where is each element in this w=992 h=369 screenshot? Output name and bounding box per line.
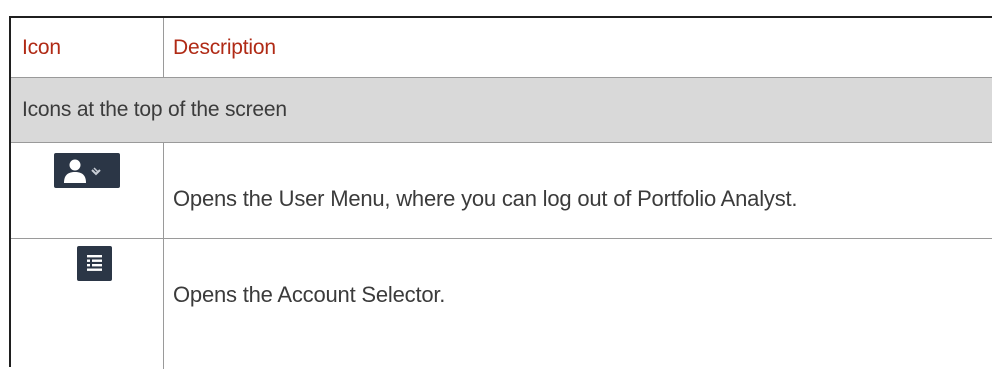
user-menu-icon [54, 153, 120, 188]
section-row: Icons at the top of the screen [11, 78, 992, 143]
account-selector-icon [77, 246, 112, 281]
header-cell-icon: Icon [11, 18, 164, 77]
icon-description-table: Icon Description Icons at the top of the… [9, 16, 992, 369]
section-label: Icons at the top of the screen [22, 98, 287, 121]
description-cell: Opens the Account Selector. [164, 239, 992, 369]
section-cell: Icons at the top of the screen [11, 78, 992, 142]
table-row: Opens the Account Selector. [11, 239, 992, 369]
icon-cell [11, 239, 164, 369]
header-cell-description: Description [164, 18, 992, 77]
description-text: Opens the Account Selector. [173, 282, 446, 307]
description-cell: Opens the User Menu, where you can log o… [164, 143, 992, 238]
icon-cell [11, 143, 164, 238]
description-text: Opens the User Menu, where you can log o… [173, 186, 798, 211]
table-row: Opens the User Menu, where you can log o… [11, 143, 992, 239]
header-label-description: Description [173, 35, 276, 59]
table-header-row: Icon Description [11, 18, 992, 78]
header-label-icon: Icon [22, 35, 61, 59]
